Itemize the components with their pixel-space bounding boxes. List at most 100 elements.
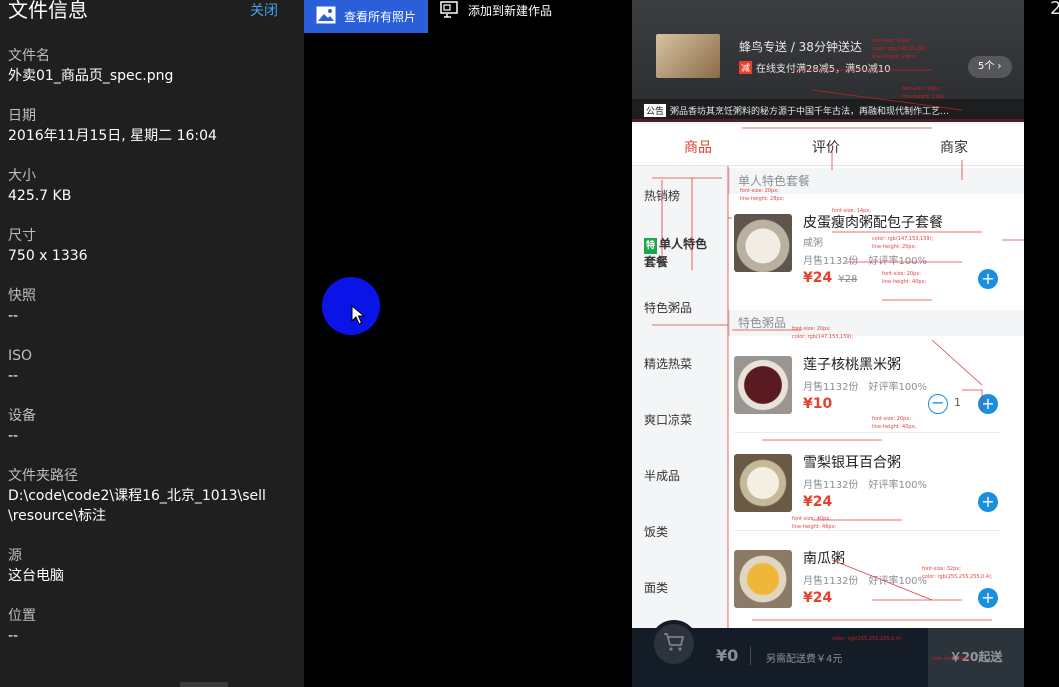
photo-icon [316, 6, 336, 27]
add-to-creation-label: 添加到新建作品 [468, 3, 553, 18]
field-value-continued[interactable]: \resource\标注 [8, 506, 298, 526]
view-all-photos-label: 查看所有照片 [344, 10, 417, 24]
food-price: ¥24 ¥28 [803, 270, 857, 286]
food-old-price: ¥28 [838, 274, 858, 285]
tab-goods[interactable]: 商品 [684, 137, 712, 157]
add-to-cart-button[interactable]: + [978, 269, 998, 289]
tab-ratings[interactable]: 评价 [812, 137, 840, 157]
location-field: 位置 -- [8, 606, 298, 646]
field-label: 快照 [8, 288, 36, 304]
iso-field: ISO -- [8, 346, 298, 386]
field-label: 设备 [8, 408, 36, 424]
food-name: 雪梨银耳百合粥 [803, 455, 901, 471]
shop-avatar [656, 34, 720, 78]
menu-item-cold-dishes[interactable]: 爽口凉菜 [644, 412, 716, 428]
food-rating: 好评率100% [868, 576, 928, 587]
shop-header: 蜂鸟专送 / 38分钟送达 减 在线支付满28减5，满50减10 5个 › 公告… [632, 0, 1024, 122]
image-preview[interactable]: 蜂鸟专送 / 38分钟送达 减 在线支付满28减5，满50减10 5个 › 公告… [632, 0, 1024, 687]
menu-item-hot-dishes[interactable]: 精选热菜 [644, 356, 716, 372]
group-title-single-set: 单人特色套餐 [728, 168, 1024, 194]
field-label: 大小 [8, 168, 36, 184]
menu-item-noodles[interactable]: 面类 [644, 580, 716, 596]
add-to-creation-icon [440, 0, 460, 21]
shop-delivery-info: 蜂鸟专送 / 38分钟送达 [739, 40, 862, 54]
food-item[interactable]: 莲子核桃黑米粥 月售1132份 好评率100% ¥10 − 1 + [728, 356, 1024, 452]
tab-seller[interactable]: 商家 [940, 137, 968, 157]
food-sales: 月售1132份 好评率100% [803, 476, 927, 491]
field-value: 这台电脑 [8, 568, 64, 584]
device-field: 设备 -- [8, 406, 298, 446]
panel-title: 文件信息 [8, 0, 88, 22]
field-label: 日期 [8, 108, 36, 124]
food-desc: 咸粥 [803, 238, 823, 249]
shopping-cart-bar: ¥0 另需配送费￥4元 ￥20起送 [632, 620, 1024, 687]
food-rating: 好评率100% [868, 382, 928, 393]
food-image [734, 454, 792, 512]
notice-text: 粥品香坊其烹饪粥料的秘方源于中国千年古法，再融和现代制作工艺… [670, 106, 950, 117]
menu-item-single-set[interactable]: 特单人特色套餐 [644, 236, 716, 270]
group-title-porridge: 特色粥品 [728, 310, 1024, 336]
offer-text: 在线支付满28减5，满50减10 [756, 64, 891, 75]
notice-bar[interactable]: 公告 粥品香坊其烹饪粥料的秘方源于中国千年古法，再融和现代制作工艺… [632, 99, 1024, 121]
food-price: ¥10 [803, 396, 833, 412]
horizontal-scrollbar[interactable] [180, 682, 228, 687]
notice-tag: 公告 [644, 103, 667, 117]
menu-item-hot[interactable]: 热销榜 [644, 188, 716, 204]
special-badge: 特 [644, 238, 658, 254]
food-sales-count: 月售1132份 [803, 382, 859, 393]
field-label: 文件夹路径 [8, 468, 78, 484]
snapshot-field: 快照 -- [8, 286, 298, 326]
menu-item-rice[interactable]: 饭类 [644, 524, 716, 540]
food-rating: 好评率100% [868, 256, 928, 267]
folder-path-field: 文件夹路径 D:\code\code2\课程16_北京_1013\sell \r… [8, 466, 298, 526]
add-to-cart-button[interactable]: + [978, 492, 998, 512]
food-list: 单人特色套餐 皮蛋瘦肉粥配包子套餐 咸粥 月售1132份 好评率100% ¥24… [728, 166, 1024, 628]
food-sales: 月售1132份 好评率100% [803, 252, 927, 267]
field-value: -- [8, 308, 19, 324]
food-item[interactable]: 雪梨银耳百合粥 月售1132份 好评率100% ¥24 + [728, 454, 1024, 550]
food-sales-count: 月售1132份 [803, 480, 859, 491]
field-label: 位置 [8, 608, 36, 624]
field-label: 尺寸 [8, 228, 36, 244]
food-sales-count: 月售1132份 [803, 576, 859, 587]
add-to-cart-button[interactable]: + [978, 394, 998, 414]
food-count: 1 [954, 396, 961, 409]
field-value: 外卖01_商品页_spec.png [8, 68, 174, 84]
food-name: 皮蛋瘦肉粥配包子套餐 [803, 215, 943, 231]
view-all-photos-button[interactable]: 查看所有照片 [304, 0, 428, 33]
file-info-panel: 文件信息 关闭 文件名 外卖01_商品页_spec.png 日期 2016年11… [0, 0, 304, 687]
cart-icon [663, 632, 685, 656]
field-label: 源 [8, 548, 22, 564]
field-value[interactable]: D:\code\code2\课程16_北京_1013\sell [8, 486, 298, 506]
overflow-more-icon[interactable]: 2 [1050, 0, 1059, 19]
menu-item-porridge[interactable]: 特色粥品 [644, 300, 716, 316]
cart-button[interactable] [650, 620, 698, 668]
close-button[interactable]: 关闭 [250, 0, 278, 20]
add-to-cart-button[interactable]: + [978, 588, 998, 608]
field-value: -- [8, 368, 19, 384]
food-name: 南瓜粥 [803, 551, 845, 567]
min-order-button[interactable]: ￥20起送 [928, 628, 1024, 687]
menu-item-semi-finished[interactable]: 半成品 [644, 468, 716, 484]
tab-bar: 商品 评价 商家 [632, 124, 1024, 166]
food-image [734, 214, 792, 272]
field-value: -- [8, 428, 19, 444]
food-price-now: ¥24 [803, 270, 833, 286]
delivery-fee: 另需配送费￥4元 [766, 654, 843, 665]
add-to-new-creation-button[interactable]: 添加到新建作品 [440, 0, 552, 20]
divider [734, 432, 1000, 433]
dimensions-field: 尺寸 750 x 1336 [8, 226, 298, 266]
field-value: 2016年11月15日, 星期二 16:04 [8, 128, 217, 144]
shop-offer: 减 在线支付满28减5，满50减10 [739, 60, 891, 75]
date-field: 日期 2016年11月15日, 星期二 16:04 [8, 106, 298, 146]
food-sales-count: 月售1132份 [803, 256, 859, 267]
food-item[interactable]: 皮蛋瘦肉粥配包子套餐 咸粥 月售1132份 好评率100% ¥24 ¥28 + [728, 214, 1024, 310]
food-price: ¥24 [803, 590, 833, 606]
food-name: 莲子核桃黑米粥 [803, 357, 901, 373]
food-sales: 月售1132份 好评率100% [803, 378, 927, 393]
divider [734, 530, 1000, 531]
remove-from-cart-button[interactable]: − [928, 394, 948, 414]
offers-count-button[interactable]: 5个 › [968, 56, 1012, 78]
mouse-pointer-icon [351, 304, 366, 329]
food-sales: 月售1132份 好评率100% [803, 572, 927, 587]
